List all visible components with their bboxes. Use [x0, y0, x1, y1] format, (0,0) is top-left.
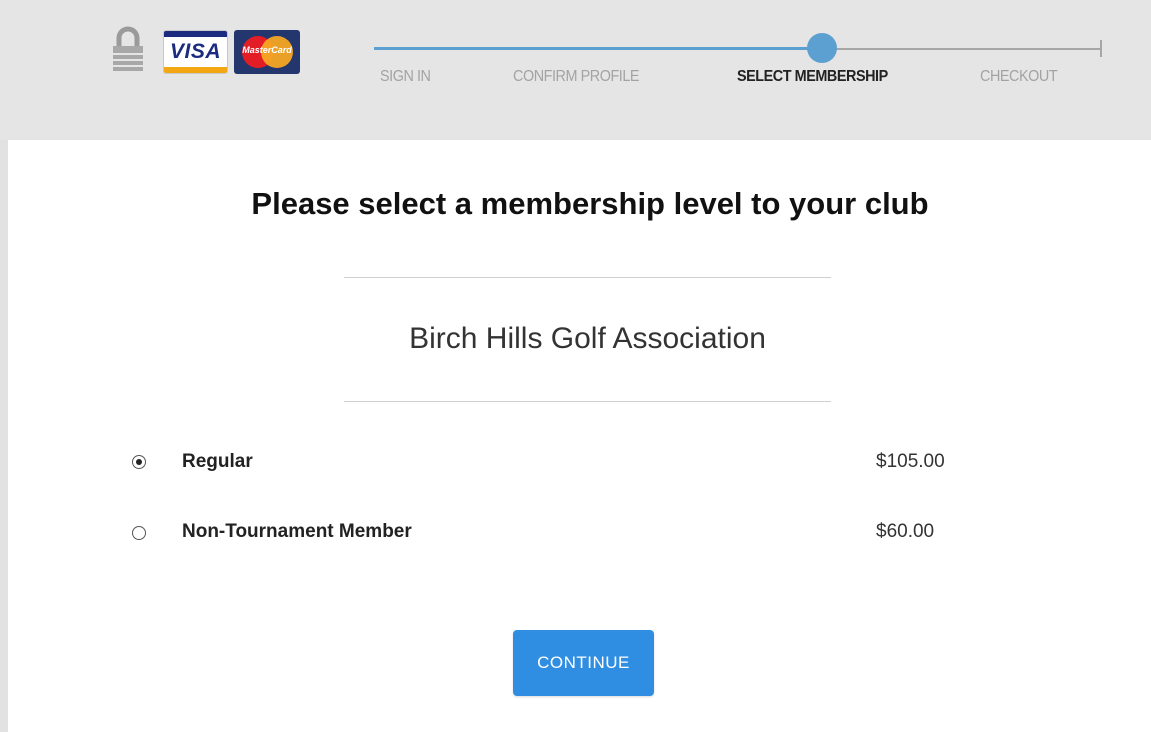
club-name: Birch Hills Golf Association [409, 322, 766, 355]
radio-regular[interactable] [132, 455, 146, 469]
option-price-non-tournament-member: $60.00 [876, 521, 935, 542]
option-label-regular[interactable]: Regular [182, 451, 253, 473]
radio-non-tournament-member[interactable] [132, 526, 146, 540]
option-price-regular: $105.00 [876, 451, 945, 472]
step-confirm-profile: CONFIRM PROFILE [513, 68, 640, 85]
step-sign-in: SIGN IN [380, 68, 431, 85]
step-checkout: CHECKOUT [980, 68, 1058, 85]
page-title: Please select a membership level to your… [251, 186, 929, 221]
divider-bottom [344, 401, 831, 402]
visa-card-icon: VISA [163, 30, 228, 74]
left-border [0, 140, 8, 732]
step-select-membership: SELECT MEMBERSHIP [737, 68, 888, 85]
divider-top [344, 277, 831, 278]
continue-button[interactable]: CONTINUE [513, 630, 654, 696]
progress-bar-remaining [822, 48, 1102, 50]
mastercard-icon: MasterCard [234, 30, 300, 74]
lock-icon [113, 26, 143, 71]
option-label-non-tournament-member[interactable]: Non-Tournament Member [182, 521, 412, 543]
progress-end-marker [1100, 40, 1102, 57]
progress-bar-completed [374, 47, 822, 50]
current-step-indicator [807, 33, 837, 63]
radio-selected-dot [135, 458, 142, 465]
